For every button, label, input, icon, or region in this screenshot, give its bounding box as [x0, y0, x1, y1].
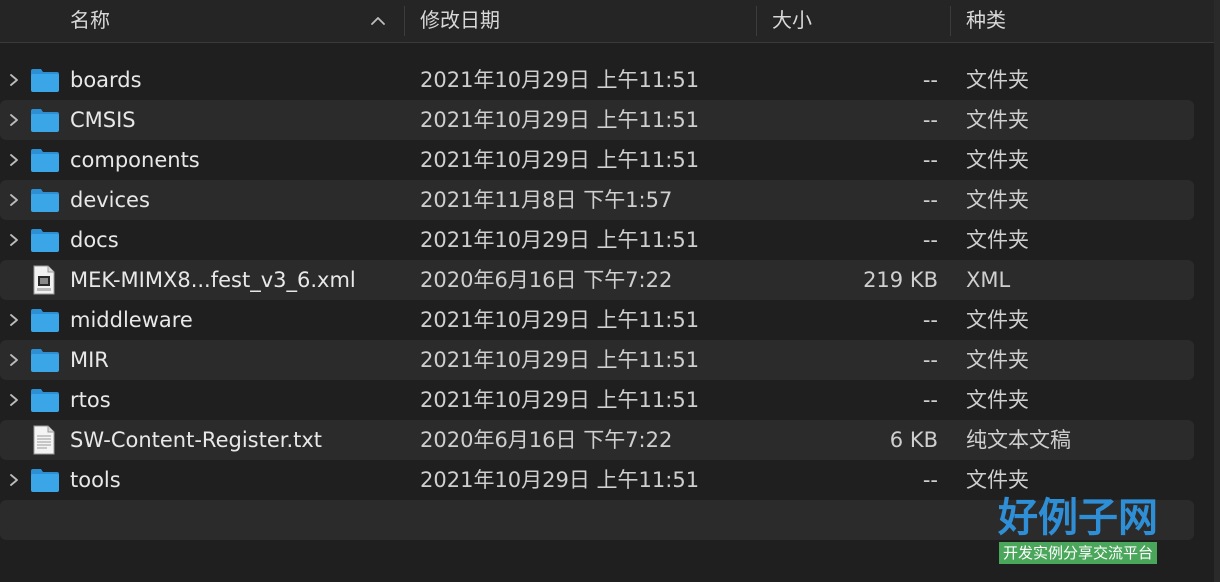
file-row[interactable]: MIR 2021年10月29日 上午11:51 -- 文件夹 — [0, 340, 1194, 380]
file-name: tools — [70, 468, 121, 492]
file-list: boards 2021年10月29日 上午11:51 -- 文件夹 CMSIS 2021年… — [0, 60, 1220, 540]
file-name: MEK-MIMX8...fest_v3_6.xml — [70, 268, 356, 292]
file-name: devices — [70, 188, 150, 212]
file-kind: 文件夹 — [966, 108, 1029, 132]
file-row[interactable]: MEK-MIMX8...fest_v3_6.xml 2020年6月16日 下午7:… — [0, 260, 1194, 300]
modified-date: 2021年11月8日 下午1:57 — [420, 188, 673, 212]
file-kind: 文件夹 — [966, 388, 1029, 412]
file-name: middleware — [70, 308, 193, 332]
modified-date: 2020年6月16日 下午7:22 — [420, 428, 673, 452]
folder-icon — [31, 349, 59, 372]
file-name: MIR — [70, 348, 109, 372]
folder-icon — [31, 189, 59, 212]
file-size: -- — [922, 108, 938, 132]
file-kind: 文件夹 — [966, 228, 1029, 252]
chevron-right-icon[interactable] — [7, 352, 21, 368]
folder-icon — [31, 469, 59, 492]
folder-icon — [31, 309, 59, 332]
file-size: -- — [922, 68, 938, 92]
file-kind: XML — [966, 268, 1011, 292]
modified-date: 2021年10月29日 上午11:51 — [420, 228, 700, 252]
file-size: -- — [922, 228, 938, 252]
column-kind-header[interactable]: 种类 — [966, 0, 1006, 42]
file-name: rtos — [70, 388, 111, 412]
file-size: -- — [922, 388, 938, 412]
folder-icon — [31, 229, 59, 252]
file-name: CMSIS — [70, 108, 136, 132]
modified-date: 2021年10月29日 上午11:51 — [420, 148, 700, 172]
file-size: -- — [922, 188, 938, 212]
chevron-right-icon[interactable] — [7, 312, 21, 328]
xml-file-icon — [33, 265, 55, 295]
column-name-header[interactable]: 名称 — [70, 0, 110, 42]
file-size: -- — [922, 348, 938, 372]
file-kind: 文件夹 — [966, 348, 1029, 372]
file-row[interactable]: components 2021年10月29日 上午11:51 -- 文件夹 — [0, 140, 1194, 180]
file-row[interactable]: CMSIS 2021年10月29日 上午11:51 -- 文件夹 — [0, 100, 1194, 140]
watermark-logo: 好例子网 开发实例分享交流平台 — [978, 494, 1178, 564]
folder-icon — [31, 109, 59, 132]
modified-date: 2020年6月16日 下午7:22 — [420, 268, 673, 292]
watermark-title: 好例子网 — [998, 494, 1158, 541]
column-divider[interactable] — [756, 6, 757, 36]
file-size: -- — [922, 468, 938, 492]
chevron-right-icon[interactable] — [7, 232, 21, 248]
chevron-right-icon[interactable] — [7, 392, 21, 408]
column-size-header[interactable]: 大小 — [772, 0, 812, 42]
text-file-icon — [33, 425, 55, 455]
window-edge — [1214, 0, 1220, 582]
column-divider[interactable] — [404, 6, 405, 36]
file-name: SW-Content-Register.txt — [70, 428, 323, 452]
column-divider[interactable] — [950, 6, 951, 36]
file-kind: 纯文本文稿 — [966, 428, 1071, 452]
file-size: -- — [922, 148, 938, 172]
column-date-header[interactable]: 修改日期 — [420, 0, 500, 42]
modified-date: 2021年10月29日 上午11:51 — [420, 308, 700, 332]
file-row[interactable]: docs 2021年10月29日 上午11:51 -- 文件夹 — [0, 220, 1194, 260]
finder-list-view: 名称 修改日期 大小 种类 boards 2021年10月29日 上午11:51 -… — [0, 0, 1220, 582]
chevron-right-icon[interactable] — [7, 192, 21, 208]
file-row[interactable]: devices 2021年11月8日 下午1:57 -- 文件夹 — [0, 180, 1194, 220]
chevron-right-icon[interactable] — [7, 472, 21, 488]
chevron-right-icon[interactable] — [7, 112, 21, 128]
file-kind: 文件夹 — [966, 308, 1029, 332]
folder-icon — [31, 69, 59, 92]
chevron-right-icon[interactable] — [7, 152, 21, 168]
file-size: -- — [922, 308, 938, 332]
modified-date: 2021年10月29日 上午11:51 — [420, 68, 700, 92]
chevron-up-icon[interactable] — [369, 13, 387, 29]
column-header: 名称 修改日期 大小 种类 — [0, 0, 1220, 43]
file-row[interactable]: boards 2021年10月29日 上午11:51 -- 文件夹 — [0, 60, 1194, 100]
modified-date: 2021年10月29日 上午11:51 — [420, 108, 700, 132]
file-row[interactable]: SW-Content-Register.txt 2020年6月16日 下午7:22… — [0, 420, 1194, 460]
file-row[interactable]: middleware 2021年10月29日 上午11:51 -- 文件夹 — [0, 300, 1194, 340]
file-name: components — [70, 148, 200, 172]
file-kind: 文件夹 — [966, 148, 1029, 172]
modified-date: 2021年10月29日 上午11:51 — [420, 388, 700, 412]
folder-icon — [31, 389, 59, 412]
file-name: boards — [70, 68, 142, 92]
chevron-right-icon[interactable] — [7, 72, 21, 88]
modified-date: 2021年10月29日 上午11:51 — [420, 468, 700, 492]
file-size: 219 KB — [863, 268, 938, 292]
file-name: docs — [70, 228, 119, 252]
folder-icon — [31, 149, 59, 172]
file-size: 6 KB — [889, 428, 938, 452]
file-row[interactable]: rtos 2021年10月29日 上午11:51 -- 文件夹 — [0, 380, 1194, 420]
modified-date: 2021年10月29日 上午11:51 — [420, 348, 700, 372]
watermark-subtitle: 开发实例分享交流平台 — [998, 542, 1157, 564]
file-kind: 文件夹 — [966, 188, 1029, 212]
file-kind: 文件夹 — [966, 68, 1029, 92]
